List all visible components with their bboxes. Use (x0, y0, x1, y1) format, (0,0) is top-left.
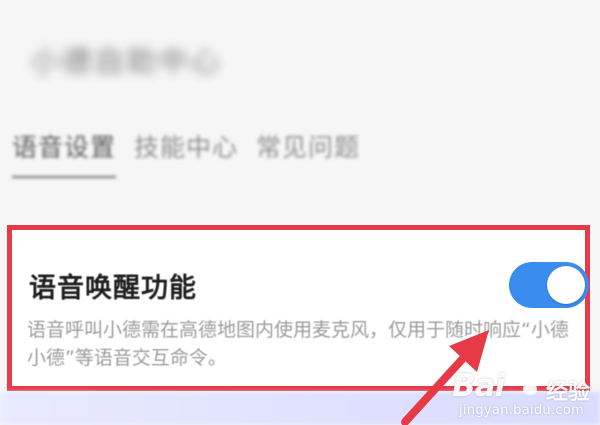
voice-wakeup-setting-card: 语音唤醒功能 语音呼叫小德需在高德地图内使用麦克风，仅用于随时响应“小德小德”等… (7, 225, 590, 391)
bottom-gradient (0, 392, 600, 425)
voice-wakeup-toggle[interactable] (509, 262, 589, 308)
voice-wakeup-title: 语音唤醒功能 (29, 273, 197, 304)
tab-skill-center[interactable]: 技能中心 (134, 128, 238, 178)
tab-faq[interactable]: 常见问题 (256, 128, 360, 178)
page-title: 小德自助中心 (30, 45, 222, 80)
tab-voice-settings[interactable]: 语音设置 (12, 128, 117, 178)
tab-bar: 语音设置 技能中心 常见问题 (12, 128, 360, 178)
toggle-knob (547, 266, 585, 304)
voice-wakeup-description: 语音呼叫小德需在高德地图内使用麦克风，仅用于随时响应“小德小德”等语音交互命令。 (27, 319, 569, 369)
